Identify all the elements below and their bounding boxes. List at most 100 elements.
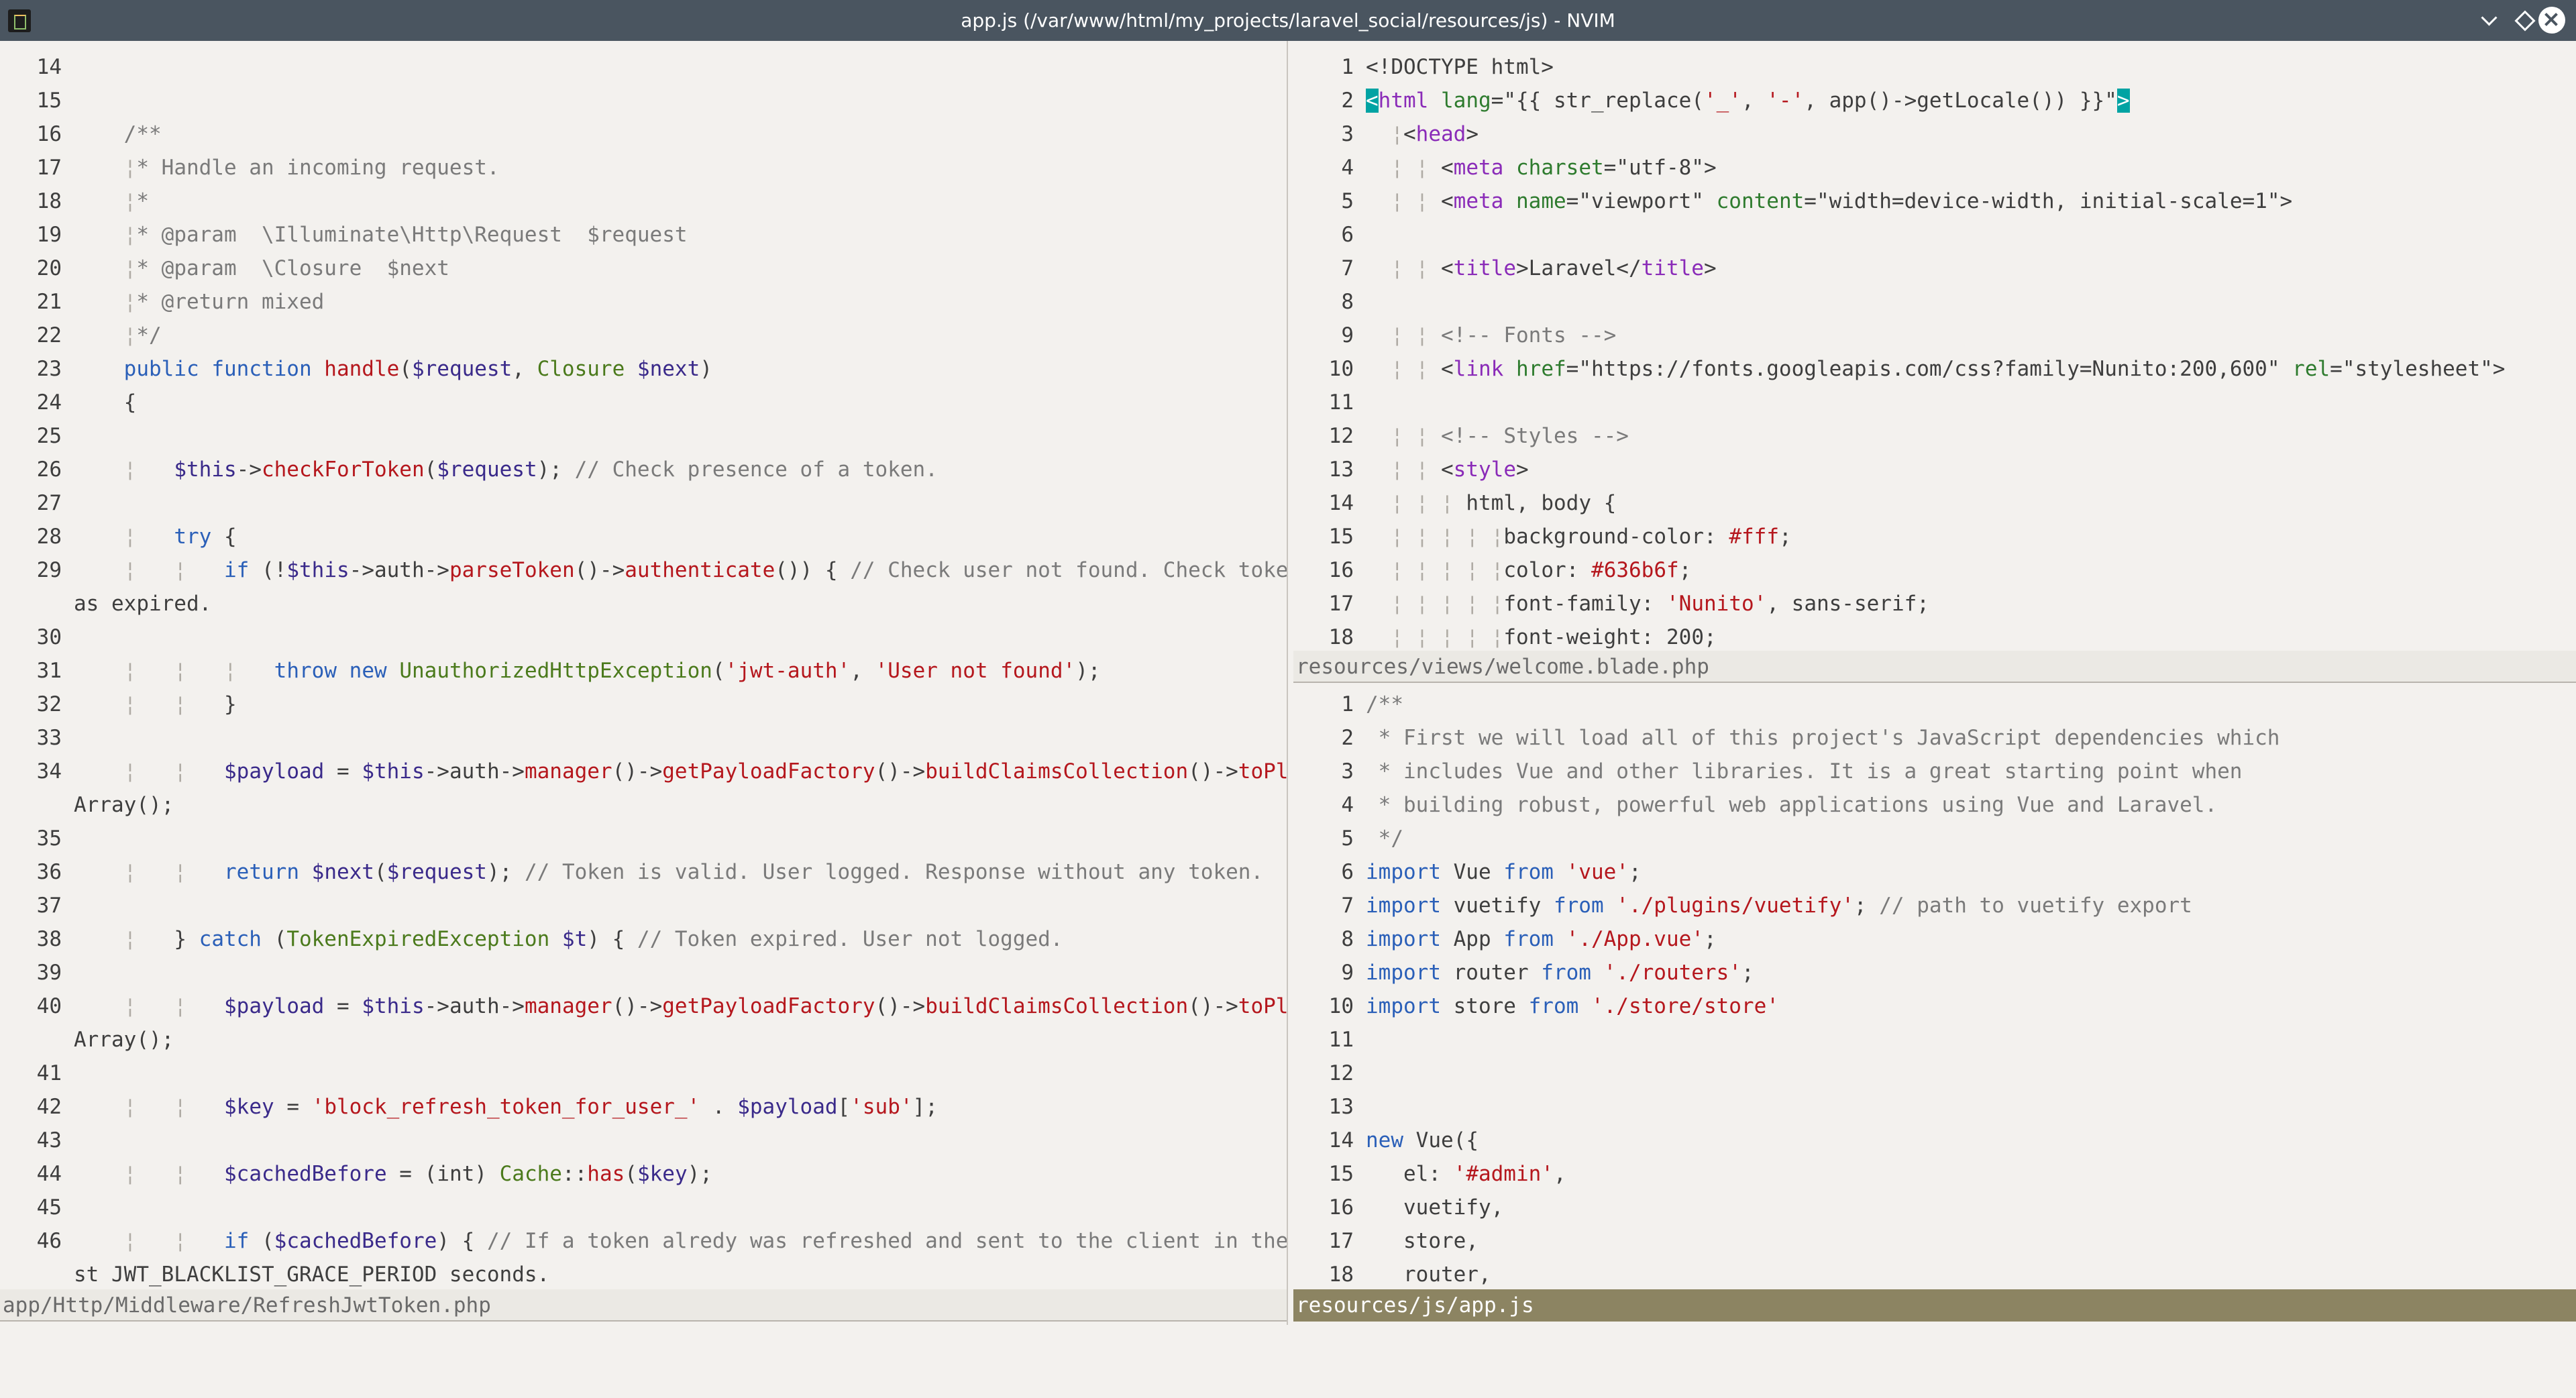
code-line[interactable]: 12 [1293, 1057, 2576, 1090]
code-text: import vuetify from './plugins/vuetify';… [1366, 894, 2192, 918]
code-line[interactable]: 2 <html lang="{{ str_replace('_', '-', ap… [1293, 84, 2576, 117]
code-line[interactable]: 27 [0, 486, 1287, 520]
close-icon[interactable] [2538, 7, 2565, 34]
code-line[interactable]: 8 import App from './App.vue'; [1293, 922, 2576, 956]
code-line[interactable]: 45 [0, 1191, 1287, 1224]
code-line[interactable]: 23 public function handle($request, Clos… [0, 352, 1287, 386]
code-line[interactable]: 13 ¦ ¦ <style> [1293, 453, 2576, 486]
editor-pane-left[interactable]: 14 15 16 /** 17 ¦* Handle an incoming reque… [0, 50, 1287, 1291]
code-line[interactable]: 30 [0, 621, 1287, 654]
code-line-wrap[interactable]: st JWT_BLACKLIST_GRACE_PERIOD seconds. [0, 1258, 1287, 1291]
code-line[interactable]: 33 [0, 721, 1287, 755]
line-number: 2 [1341, 726, 1354, 750]
code-line[interactable]: 3 ¦<head> [1293, 117, 2576, 151]
code-line[interactable]: 22 ¦*/ [0, 319, 1287, 352]
line-number: 16 [1328, 558, 1354, 582]
code-line-wrap[interactable]: as expired. [0, 587, 1287, 621]
editor-pane-right-bottom[interactable]: 1 /** 2 * First we will load all of this p… [1293, 688, 2576, 1291]
code-line[interactable]: 9 import router from './routers'; [1293, 956, 2576, 989]
code-line[interactable]: 24 { [0, 386, 1287, 419]
code-line[interactable]: 18 router, [1293, 1258, 2576, 1291]
line-number: 16 [1328, 1195, 1354, 1220]
code-line[interactable]: 8 [1293, 285, 2576, 319]
code-line[interactable]: 4 ¦ ¦ <meta charset="utf-8"> [1293, 151, 2576, 184]
code-line[interactable]: 29 ¦ ¦ if (!$this->auth->parseToken()->a… [0, 553, 1287, 587]
code-text: store, [1366, 1229, 1479, 1253]
code-line[interactable]: 14 ¦ ¦ ¦ html, body { [1293, 486, 2576, 520]
minimize-icon[interactable] [2475, 7, 2502, 34]
code-line[interactable]: 7 ¦ ¦ <title>Laravel</title> [1293, 252, 2576, 285]
code-line-wrap[interactable]: Array(); [0, 1023, 1287, 1057]
code-line[interactable]: 18 ¦* [0, 184, 1287, 218]
code-line[interactable]: 17 store, [1293, 1224, 2576, 1258]
code-line[interactable]: 43 [0, 1124, 1287, 1157]
code-line[interactable]: 31 ¦ ¦ ¦ throw new UnauthorizedHttpExcep… [0, 654, 1287, 688]
window-title: app.js (/var/www/html/my_projects/larave… [961, 9, 1615, 32]
line-number: 8 [1341, 927, 1354, 951]
line-number: 44 [36, 1162, 62, 1186]
code-line[interactable]: 12 ¦ ¦ <!-- Styles --> [1293, 419, 2576, 453]
code-text: ¦ ¦ <!-- Fonts --> [1391, 323, 1617, 347]
code-line-wrap[interactable]: Array(); [0, 788, 1287, 822]
code-line[interactable]: 41 [0, 1057, 1287, 1090]
code-text: ¦ ¦ $key = 'block_refresh_token_for_user… [123, 1095, 938, 1119]
code-line[interactable]: 19 ¦* @param \Illuminate\Http\Request $r… [0, 218, 1287, 252]
code-line[interactable]: 42 ¦ ¦ $key = 'block_refresh_token_for_u… [0, 1090, 1287, 1124]
code-line[interactable]: 34 ¦ ¦ $payload = $this->auth->manager()… [0, 755, 1287, 788]
code-line[interactable]: 11 [1293, 1023, 2576, 1057]
code-line[interactable]: 15 el: '#admin', [1293, 1157, 2576, 1191]
code-line[interactable]: 14 new Vue({ [1293, 1124, 2576, 1157]
code-line[interactable]: 16 ¦ ¦ ¦ ¦ ¦color: #636b6f; [1293, 553, 2576, 587]
code-line[interactable]: 9 ¦ ¦ <!-- Fonts --> [1293, 319, 2576, 352]
code-line[interactable]: 21 ¦* @return mixed [0, 285, 1287, 319]
code-line[interactable]: 35 [0, 822, 1287, 855]
code-line[interactable]: 46 ¦ ¦ if ($cachedBefore) { // If a toke… [0, 1224, 1287, 1258]
code-line[interactable]: 14 [0, 50, 1287, 84]
code-line[interactable]: 7 import vuetify from './plugins/vuetify'… [1293, 889, 2576, 922]
code-line[interactable]: 2 * First we will load all of this proje… [1293, 721, 2576, 755]
code-line[interactable]: 10 import store from './store/store' [1293, 989, 2576, 1023]
code-line[interactable]: 11 [1293, 386, 2576, 419]
line-number: 20 [36, 256, 62, 280]
window-titlebar: app.js (/var/www/html/my_projects/larave… [0, 0, 2576, 41]
code-line[interactable]: 17 ¦ ¦ ¦ ¦ ¦font-family: 'Nunito', sans-… [1293, 587, 2576, 621]
code-line[interactable]: 1 <!DOCTYPE html> [1293, 50, 2576, 84]
code-line[interactable]: 13 [1293, 1090, 2576, 1124]
code-line[interactable]: 38 ¦ } catch (TokenExpiredException $t) … [0, 922, 1287, 956]
code-line[interactable]: 17 ¦* Handle an incoming request. [0, 151, 1287, 184]
code-line[interactable]: 15 ¦ ¦ ¦ ¦ ¦background-color: #fff; [1293, 520, 2576, 553]
code-line[interactable]: 15 [0, 84, 1287, 117]
code-line[interactable]: 16 /** [0, 117, 1287, 151]
code-line[interactable]: 16 vuetify, [1293, 1191, 2576, 1224]
code-line[interactable]: 6 [1293, 218, 2576, 252]
code-line[interactable]: 5 ¦ ¦ <meta name="viewport" content="wid… [1293, 184, 2576, 218]
code-line[interactable]: 18 ¦ ¦ ¦ ¦ ¦font-weight: 200; [1293, 621, 2576, 654]
code-line[interactable]: 40 ¦ ¦ $payload = $this->auth->manager()… [0, 989, 1287, 1023]
editor-pane-right-top[interactable]: 1 <!DOCTYPE html> 2 <html lang="{{ str_repl… [1293, 50, 2576, 654]
code-line[interactable]: 36 ¦ ¦ return $next($request); // Token … [0, 855, 1287, 889]
line-number: 13 [1328, 1095, 1354, 1119]
code-line[interactable]: 20 ¦* @param \Closure $next [0, 252, 1287, 285]
code-line[interactable]: 5 */ [1293, 822, 2576, 855]
code-text: ¦ ¦ <link href="https://fonts.googleapis… [1391, 357, 2506, 381]
code-line[interactable]: 6 import Vue from 'vue'; [1293, 855, 2576, 889]
code-line[interactable]: 25 [0, 419, 1287, 453]
line-number: 38 [36, 927, 62, 951]
code-line[interactable]: 37 [0, 889, 1287, 922]
code-line[interactable]: 32 ¦ ¦ } [0, 688, 1287, 721]
code-line[interactable]: 3 * includes Vue and other libraries. It… [1293, 755, 2576, 788]
vertical-split-divider[interactable] [1287, 41, 1293, 1325]
code-line[interactable]: 28 ¦ try { [0, 520, 1287, 553]
line-number: 5 [1341, 189, 1354, 213]
code-line[interactable]: 44 ¦ ¦ $cachedBefore = (int) Cache::has(… [0, 1157, 1287, 1191]
maximize-icon[interactable] [2510, 7, 2537, 34]
code-text: ¦ ¦ <meta name="viewport" content="width… [1391, 189, 2293, 213]
line-number: 12 [1328, 424, 1354, 448]
code-line[interactable]: 10 ¦ ¦ <link href="https://fonts.googlea… [1293, 352, 2576, 386]
code-line[interactable]: 1 /** [1293, 688, 2576, 721]
code-line[interactable]: 39 [0, 956, 1287, 989]
line-number: 22 [36, 323, 62, 347]
code-line[interactable]: 4 * building robust, powerful web applic… [1293, 788, 2576, 822]
code-line[interactable]: 26 ¦ $this->checkForToken($request); // … [0, 453, 1287, 486]
code-text: ¦ ¦ if ($cachedBefore) { // If a token a… [123, 1229, 1287, 1253]
